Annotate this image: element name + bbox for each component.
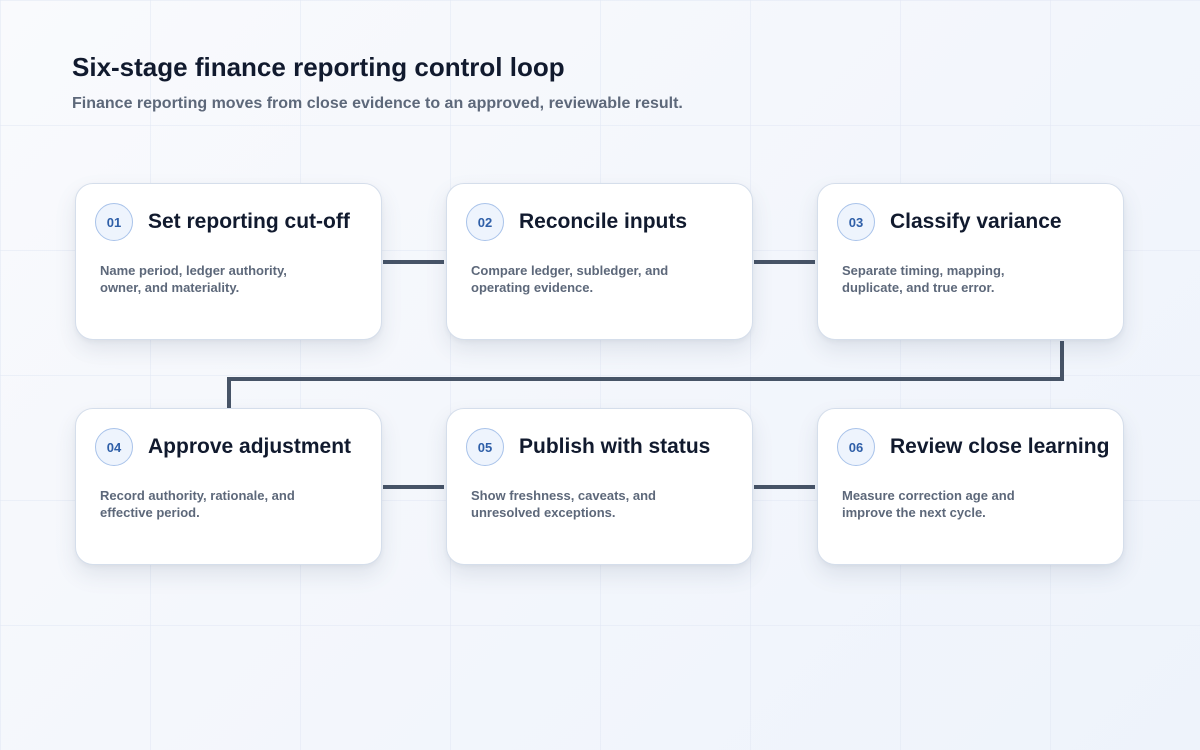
step-card-02: 02 Reconcile inputs Compare ledger, subl…: [446, 183, 753, 340]
step-number-badge: 05: [466, 428, 504, 466]
page-subtitle: Finance reporting moves from close evide…: [72, 95, 683, 112]
step-card-03: 03 Classify variance Separate timing, ma…: [817, 183, 1124, 340]
step-number-badge: 01: [95, 203, 133, 241]
page-title: Six-stage finance reporting control loop: [72, 52, 565, 82]
step-card-01: 01 Set reporting cut-off Name period, le…: [75, 183, 382, 340]
step-title: Review close learning: [890, 435, 1110, 458]
step-number-badge: 03: [837, 203, 875, 241]
step-description: Measure correction age and improve the n…: [842, 488, 1015, 520]
step-description: Name period, ledger authority, owner, an…: [100, 263, 287, 295]
step-description: Compare ledger, subledger, and operating…: [471, 263, 669, 295]
step-card-04: 04 Approve adjustment Record authority, …: [75, 408, 382, 565]
step-card-06: 06 Review close learning Measure correct…: [817, 408, 1124, 565]
connector-03-04: [227, 341, 1064, 408]
step-card-05: 05 Publish with status Show freshness, c…: [446, 408, 753, 565]
step-number-badge: 06: [837, 428, 875, 466]
step-description: Show freshness, caveats, and unresolved …: [471, 488, 656, 520]
step-number-badge: 04: [95, 428, 133, 466]
step-title: Classify variance: [890, 210, 1062, 233]
step-title: Publish with status: [519, 435, 711, 458]
step-description: Record authority, rationale, and effecti…: [100, 488, 295, 520]
step-number-badge: 02: [466, 203, 504, 241]
step-description: Separate timing, mapping, duplicate, and…: [842, 263, 1005, 295]
step-title: Approve adjustment: [148, 435, 352, 458]
step-title: Set reporting cut-off: [148, 210, 350, 233]
step-title: Reconcile inputs: [519, 210, 688, 233]
